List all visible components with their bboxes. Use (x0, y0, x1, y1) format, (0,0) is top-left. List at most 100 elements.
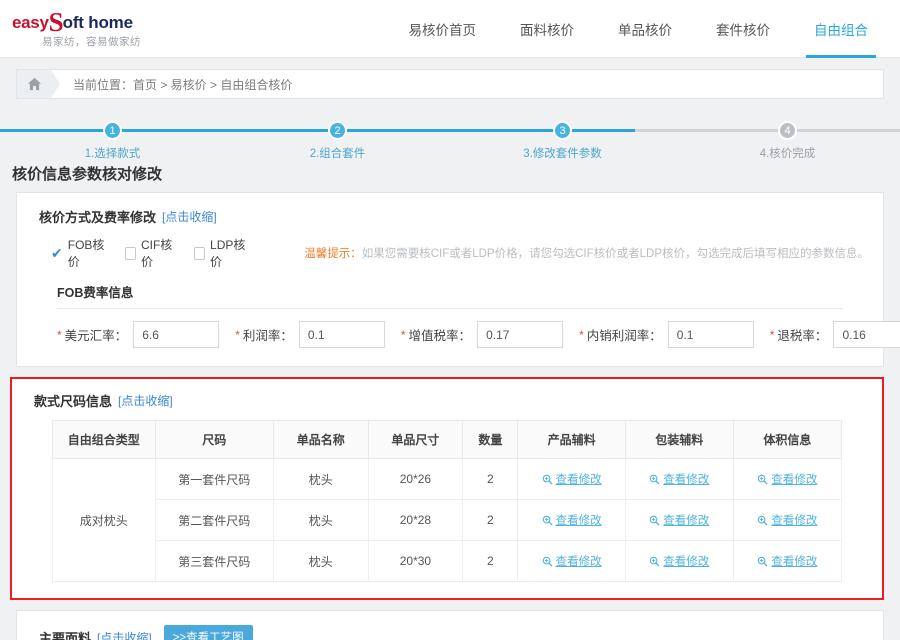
logo-softhome-text: oft home (62, 12, 133, 32)
view-edit-link[interactable]: 查看修改 (771, 474, 817, 486)
field-usd-rate-label: 美元汇率： (64, 329, 128, 343)
style-size-table: 自由组合类型 尺码 单品名称 单品尺寸 数量 产品辅料 包装辅料 体积信息 成对… (52, 420, 843, 582)
logo[interactable]: easy S oft home 易家纺，容易做家纺 (12, 8, 182, 49)
pricing-tip: 温馨提示：如果您需要核CIF或者LDP价格，请您勾选CIF核价或者LDP核价，勾… (304, 245, 869, 261)
nav-item-single-item-pricing[interactable]: 单品核价 (596, 0, 694, 58)
style-size-title: 款式尺码信息 (34, 394, 113, 409)
view-edit-link[interactable]: 查看修改 (663, 474, 709, 486)
step-2[interactable]: 2 2.组合套件 (225, 113, 450, 161)
view-craft-drawing-button[interactable]: >>查看工艺图 (163, 625, 253, 640)
view-edit-link[interactable]: 查看修改 (556, 556, 602, 568)
cell-product-aux: 查看修改 (517, 458, 626, 500)
required-star: * (235, 327, 240, 342)
cell-item-dimension: 20*30 (367, 540, 464, 582)
cell-volume-info: 查看修改 (732, 458, 843, 500)
step-4-label: 4.核价完成 (759, 148, 816, 160)
nav-item-home[interactable]: 易核价首页 (387, 0, 499, 58)
view-edit-link[interactable]: 查看修改 (663, 556, 709, 568)
magnifier-icon (758, 474, 768, 485)
cell-size: 第一套件尺码 (154, 458, 274, 500)
magnifier-icon (650, 515, 660, 526)
cell-quantity: 2 (462, 458, 519, 500)
step-1-label: 1.选择款式 (84, 148, 141, 160)
page-title: 核价信息参数核对修改 (12, 166, 163, 183)
checkbox-fob[interactable]: ✔ FOB核价 (51, 236, 109, 270)
table-row: 成对枕头 第一套件尺码 枕头 20*26 2 查看修改 查看修改 查看修改 (52, 458, 843, 582)
nav-item-set-pricing[interactable]: 套件核价 (694, 0, 792, 58)
cell-pack-aux: 查看修改 (624, 540, 734, 582)
field-vat-rate-label: 增值税率： (408, 329, 472, 343)
step-3-label: 3.修改套件参数 (523, 148, 602, 160)
breadcrumb-area: 当前位置：首页 > 易核价 > 自由组合核价 (0, 58, 900, 99)
pricing-method-collapse-link[interactable]: [点击收缩] (162, 208, 217, 225)
view-edit-link[interactable]: 查看修改 (663, 515, 709, 527)
magnifier-icon (758, 556, 768, 567)
checkbox-cif[interactable]: CIF核价 (124, 236, 178, 270)
magnifier-icon (542, 474, 553, 485)
site-header: easy S oft home 易家纺，容易做家纺 易核价首页 面料核价 单品核… (0, 0, 900, 58)
main-fabric-panel: 主要面料 [点击收缩] >>查看工艺图 主要用途 面料图片 面料编号 面料分类 … (16, 610, 884, 640)
step-4-number: 4 (778, 121, 797, 140)
field-usd-rate: * 美元汇率： (57, 321, 220, 348)
step-list: 1 1.选择款式 2 2.组合套件 3 3.修改套件参数 4 4.核价完成 (0, 113, 900, 161)
fob-rate-fields: * 美元汇率： * 利润率： * 增值税率： * 内销利润率： * 退税率： (57, 321, 900, 348)
tax-refund-rate-input[interactable] (833, 321, 900, 348)
required-star: * (57, 327, 62, 342)
home-icon[interactable] (17, 70, 60, 98)
nav-item-free-combination[interactable]: 自由组合 (792, 0, 890, 58)
style-size-header: 款式尺码信息 [点击收缩] (34, 391, 868, 410)
fob-rate-divider (57, 308, 843, 309)
view-edit-link[interactable]: 查看修改 (771, 556, 817, 568)
profit-rate-input[interactable] (298, 321, 385, 348)
col-item-dimension: 单品尺寸 (367, 420, 464, 459)
view-edit-link[interactable]: 查看修改 (771, 515, 817, 527)
required-star: * (769, 327, 775, 342)
style-size-table-header-row: 自由组合类型 尺码 单品名称 单品尺寸 数量 产品辅料 包装辅料 体积信息 (52, 420, 843, 459)
cell-size: 第三套件尺码 (154, 540, 274, 582)
pricing-method-panel: 核价方式及费率修改 [点击收缩] ✔ FOB核价 CIF核价 LDP核价 温馨提… (16, 192, 900, 367)
magnifier-icon (542, 556, 553, 567)
col-item-name: 单品名称 (272, 420, 369, 459)
checkbox-empty-icon (193, 246, 206, 260)
required-star: * (400, 327, 406, 342)
view-edit-link[interactable]: 查看修改 (556, 474, 602, 486)
main-nav: 易核价首页 面料核价 单品核价 套件核价 自由组合 (387, 0, 891, 58)
cell-item-dimension: 20*26 (367, 458, 464, 500)
col-volume-info: 体积信息 (732, 420, 843, 459)
cell-size: 第二套件尺码 (154, 499, 274, 541)
view-edit-link[interactable]: 查看修改 (556, 515, 602, 527)
field-profit-rate: * 利润率： (235, 321, 385, 348)
vat-rate-input[interactable] (477, 321, 564, 348)
usd-rate-input[interactable] (133, 321, 220, 348)
nav-item-fabric-pricing[interactable]: 面料核价 (498, 0, 596, 58)
cell-combination-type: 成对枕头 (52, 458, 156, 582)
field-vat-rate: * 增值税率： (400, 321, 564, 348)
field-tax-refund-rate: * 退税率： (770, 321, 900, 348)
col-quantity: 数量 (462, 420, 519, 459)
col-combination-type: 自由组合类型 (52, 420, 156, 459)
style-size-collapse-link[interactable]: [点击收缩] (118, 392, 173, 409)
field-tax-refund-rate-label: 退税率： (777, 329, 828, 343)
step-1[interactable]: 1 1.选择款式 (0, 113, 225, 161)
cell-quantity: 2 (462, 499, 519, 541)
logo-wordmark: easy S oft home (12, 8, 182, 35)
checkbox-fob-label: FOB核价 (67, 238, 105, 269)
step-4[interactable]: 4 4.核价完成 (675, 113, 900, 161)
cell-item-dimension: 20*28 (367, 499, 464, 541)
cell-pack-aux: 查看修改 (624, 499, 734, 541)
field-domestic-profit-rate: * 内销利润率： (579, 321, 754, 348)
main-fabric-collapse-link[interactable]: [点击收缩] (97, 629, 152, 640)
col-pack-aux: 包装辅料 (624, 420, 734, 459)
checkbox-empty-icon (124, 246, 136, 260)
checkbox-ldp[interactable]: LDP核价 (193, 236, 251, 270)
domestic-profit-rate-input[interactable] (667, 321, 754, 348)
step-indicator: 1 1.选择款式 2 2.组合套件 3 3.修改套件参数 4 4.核价完成 (0, 113, 900, 161)
breadcrumb: 当前位置：首页 > 易核价 > 自由组合核价 (16, 69, 884, 99)
cell-pack-aux: 查看修改 (624, 458, 734, 500)
main-fabric-header: 主要面料 [点击收缩] >>查看工艺图 (39, 625, 869, 640)
table-row: 第二套件尺码 枕头 20*28 2 查看修改 查看修改 查看修改 (53, 499, 843, 541)
breadcrumb-text: 当前位置：首页 > 易核价 > 自由组合核价 (73, 77, 293, 92)
pricing-tip-text: 如果您需要核CIF或者LDP价格，请您勾选CIF核价或者LDP核价，勾选完成后填… (361, 248, 869, 260)
step-3[interactable]: 3 3.修改套件参数 (450, 113, 675, 161)
step-3-number: 3 (553, 121, 572, 140)
